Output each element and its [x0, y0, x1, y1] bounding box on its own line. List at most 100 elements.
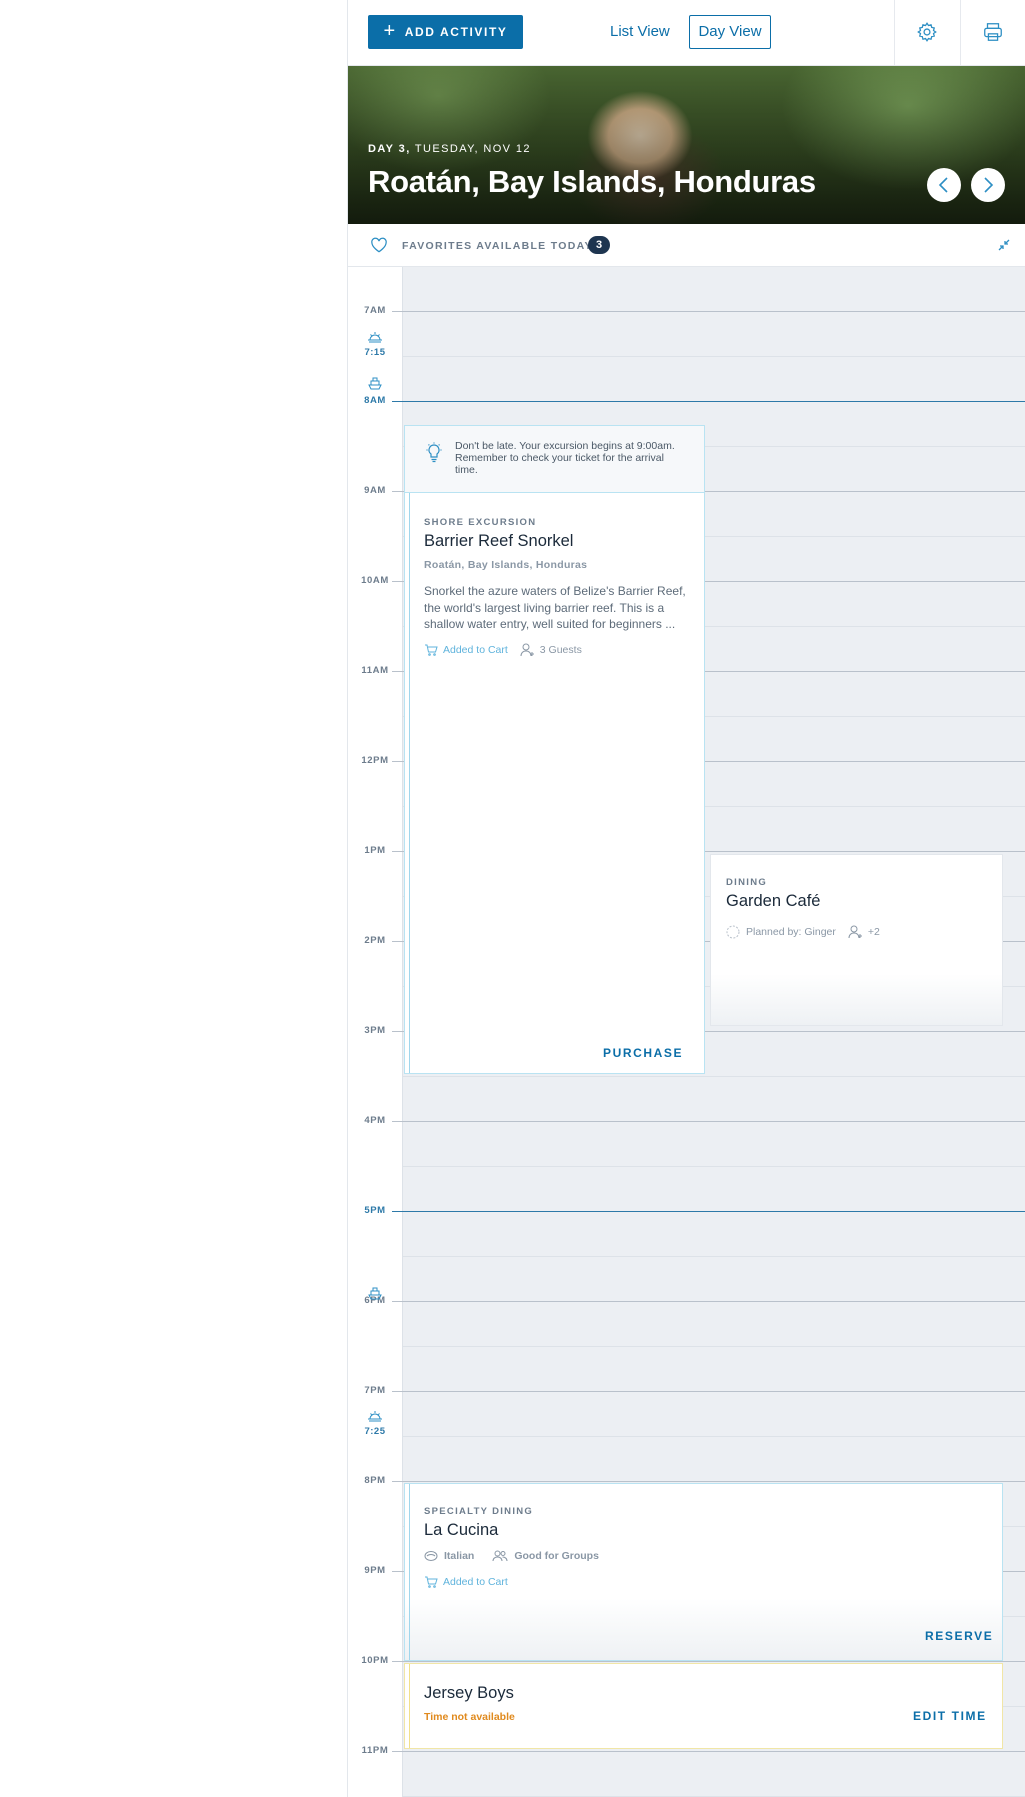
cart-icon: [425, 644, 438, 656]
add-activity-button[interactable]: + ADD ACTIVITY: [368, 15, 523, 49]
guests-count: 3 Guests: [520, 643, 582, 657]
extra-guests-label: +2: [867, 926, 880, 938]
reserve-button[interactable]: RESERVE: [925, 1629, 993, 1643]
hour-label: 11PM: [361, 1745, 389, 1756]
list-view-tab[interactable]: List View: [610, 15, 670, 49]
edit-time-button[interactable]: EDIT TIME: [913, 1709, 987, 1723]
hour-label: 1PM: [364, 845, 386, 856]
activity-card-la-cucina[interactable]: SPECIALTY DINING La Cucina Italian Good …: [404, 1483, 1003, 1661]
sunrise-time: 7:15: [364, 347, 386, 358]
group-icon: [492, 1550, 508, 1562]
hour-line: [392, 401, 1025, 402]
planned-by: Planned by: Ginger: [726, 925, 836, 939]
excursion-tip: Don't be late. Your excursion begins at …: [404, 425, 705, 492]
half-hour-line: [402, 1436, 1025, 1437]
hour-label: 5PM: [364, 1205, 386, 1216]
cuisine-icon: [424, 1551, 438, 1561]
add-activity-label: ADD ACTIVITY: [404, 25, 508, 39]
activity-card-jersey-boys[interactable]: Jersey Boys Time not available EDIT TIME: [404, 1663, 1003, 1749]
activity-tags: Italian Good for Groups: [424, 1550, 599, 1562]
tip-text: Don't be late. Your excursion begins at …: [455, 440, 675, 476]
hour-line: [392, 1121, 1025, 1122]
activity-meta: Added to Cart 3 Guests: [424, 643, 582, 657]
hour-label: 8AM: [364, 395, 386, 406]
hour-label: 11AM: [361, 665, 389, 676]
toolbar: + ADD ACTIVITY List View Day View: [348, 0, 1025, 66]
port-hero-banner: DAY 3, TUESDAY, NOV 12 Roatán, Bay Islan…: [348, 66, 1025, 224]
half-hour-line: [402, 356, 1025, 357]
activity-card-garden-cafe[interactable]: DINING Garden Café Planned by: Ginger +2: [710, 854, 1003, 1026]
cuisine-label: Italian: [444, 1550, 475, 1562]
toolbar-divider: [960, 0, 961, 66]
activity-title[interactable]: Garden Café: [726, 892, 820, 911]
activity-category: SHORE EXCURSION: [424, 517, 537, 528]
hour-line: [392, 1751, 1025, 1752]
previous-day-button[interactable]: [927, 168, 961, 202]
card-stripe: [409, 1484, 410, 1660]
hour-line: [392, 311, 1025, 312]
hour-label: 7AM: [364, 305, 386, 316]
add-guest-icon: [520, 643, 534, 657]
favorites-count-badge: 3: [588, 236, 610, 254]
hour-line: [392, 1391, 1025, 1392]
planned-by-label: Planned by: Ginger: [746, 926, 836, 938]
card-stripe: [409, 1664, 410, 1748]
day-view-tab[interactable]: Day View: [689, 15, 771, 49]
app-root: + ADD ACTIVITY List View Day View DAY 3,…: [0, 0, 1025, 1797]
lightbulb-icon: [426, 442, 442, 463]
heart-icon: [371, 237, 387, 253]
gear-icon[interactable]: [916, 21, 938, 43]
cart-status: Added to Cart: [424, 643, 508, 657]
half-hour-line: [402, 1256, 1025, 1257]
hour-label: 7PM: [364, 1385, 386, 1396]
activity-description: Snorkel the azure waters of Belize's Bar…: [424, 584, 686, 631]
activity-category: DINING: [726, 877, 768, 888]
group-label: Good for Groups: [514, 1550, 599, 1562]
extra-guests: +2: [848, 925, 880, 939]
hour-label: 10AM: [361, 575, 389, 586]
hour-line: [392, 1481, 1025, 1482]
next-day-button[interactable]: [971, 168, 1005, 202]
activity-card-snorkel[interactable]: SHORE EXCURSION Barrier Reef Snorkel Roa…: [404, 492, 705, 1074]
purchase-button[interactable]: PURCHASE: [603, 1046, 683, 1060]
sunset-time: 7:25: [364, 1426, 386, 1437]
favorites-label: FAVORITES AVAILABLE TODAY: [402, 240, 593, 252]
half-hour-line: [402, 1166, 1025, 1167]
hour-line: [392, 1211, 1025, 1212]
activity-title[interactable]: La Cucina: [424, 1521, 498, 1540]
hour-label: 4PM: [364, 1115, 386, 1126]
activity-title[interactable]: Jersey Boys: [424, 1684, 514, 1703]
hour-label: 9PM: [364, 1565, 386, 1576]
hour-label: 12PM: [361, 755, 389, 766]
cuisine-tag: Italian: [424, 1550, 474, 1562]
plus-icon: +: [383, 20, 397, 42]
sunrise-icon: [368, 332, 382, 343]
activity-title[interactable]: Barrier Reef Snorkel: [424, 532, 573, 551]
ship-icon: [368, 1287, 382, 1300]
hero-location-title: Roatán, Bay Islands, Honduras: [368, 164, 816, 199]
sunset-icon: [368, 1411, 382, 1422]
chevron-left-icon: [938, 177, 948, 193]
add-guest-icon: [848, 925, 862, 939]
printer-icon[interactable]: [982, 21, 1004, 43]
activity-category: SPECIALTY DINING: [424, 1506, 534, 1517]
collapse-icon[interactable]: [998, 239, 1010, 251]
card-stripe: [409, 493, 410, 1073]
ship-icon: [368, 377, 382, 390]
day-timeline: 7AM 8AM 9AM 10AM 11AM 12PM 1PM 2PM 3PM 4PM 5PM 6PM 7…: [348, 267, 1025, 1797]
activity-meta: Added to Cart: [424, 1576, 508, 1588]
hour-line: [392, 1661, 1025, 1662]
cart-status-label: Added to Cart: [443, 1576, 508, 1588]
chevron-right-icon: [984, 177, 994, 193]
cart-icon: [425, 1576, 438, 1588]
hero-day-line: DAY 3, TUESDAY, NOV 12: [368, 143, 531, 155]
hour-label: 3PM: [364, 1025, 386, 1036]
favorites-bar[interactable]: FAVORITES AVAILABLE TODAY 3: [348, 224, 1025, 267]
hour-label: 2PM: [364, 935, 386, 946]
cart-status: Added to Cart: [424, 1576, 508, 1588]
half-hour-line: [402, 1346, 1025, 1347]
toolbar-divider: [894, 0, 895, 66]
activity-meta: Planned by: Ginger +2: [726, 925, 880, 939]
planner-avatar-icon: [726, 925, 740, 939]
left-blank-area: [0, 0, 348, 1797]
